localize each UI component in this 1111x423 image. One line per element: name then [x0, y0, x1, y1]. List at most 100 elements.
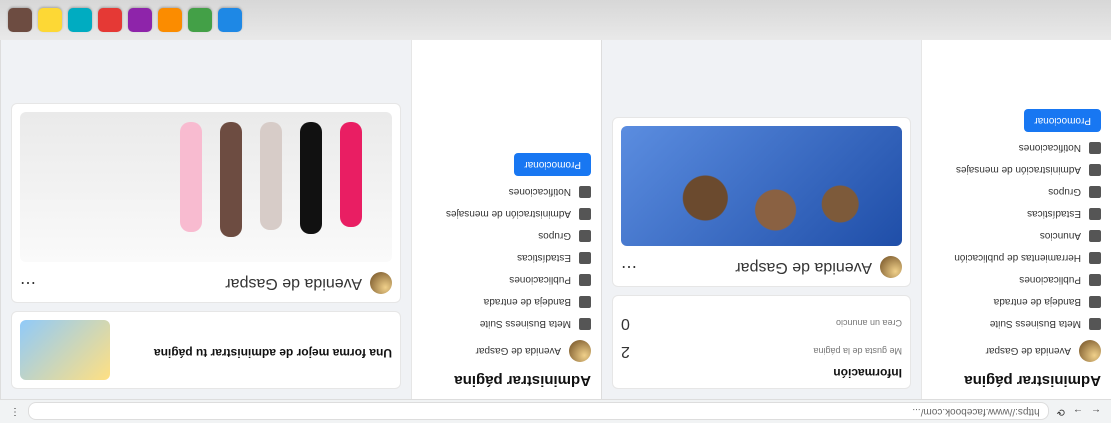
messages-icon: [1089, 164, 1101, 176]
person-figure: [300, 122, 322, 234]
taskbar-app-4[interactable]: [98, 8, 122, 32]
post-header-b: Avenida de Gaspar ⋯: [20, 272, 392, 294]
megaphone-icon: [1089, 230, 1101, 242]
sidebar-a-item-6[interactable]: Grupos: [932, 186, 1101, 198]
sidebar-b-item-1[interactable]: Bandeja de entrada: [422, 296, 591, 308]
info-card: Información Me gusta de la página 2 Crea…: [612, 295, 911, 389]
post-avatar-b: [370, 272, 392, 294]
promo-title: Una forma mejor de administrar tu página: [153, 346, 392, 360]
main-content-b: Una forma mejor de administrar tu página…: [1, 40, 411, 399]
address-text: https://www.facebook.com/...: [912, 406, 1040, 417]
promo-illustration: [20, 320, 110, 380]
stat-label-2: Crea un anuncio: [835, 318, 902, 328]
sidebar-a-label-1: Bandeja de entrada: [993, 296, 1081, 308]
tools-icon: [1089, 252, 1101, 264]
post-card-b: Avenida de Gaspar ⋯: [11, 103, 401, 303]
taskbar-app-3[interactable]: [128, 8, 152, 32]
sidebar-b-label-1: Bandeja de entrada: [483, 296, 571, 308]
sidebar-b-item-3[interactable]: Estadísticas: [422, 252, 591, 264]
sidebar-a-label-6: Grupos: [1048, 186, 1081, 198]
taskbar-app-2[interactable]: [158, 8, 182, 32]
taskbar-app-5[interactable]: [68, 8, 92, 32]
stat-value-2: 0: [621, 315, 630, 332]
sidebar-a-item-2[interactable]: Publicaciones: [932, 274, 1101, 286]
post-icon: [579, 274, 591, 286]
promote-wrap-b: Promocionar: [422, 153, 591, 176]
promo-card: Una forma mejor de administrar tu página: [11, 311, 401, 389]
taskbar-app-7[interactable]: [8, 8, 32, 32]
menu-icon[interactable]: ⋮: [10, 406, 20, 417]
sidebar-a-item-4[interactable]: Anuncios: [932, 230, 1101, 242]
person-figure: [260, 122, 282, 230]
os-taskbar: [0, 0, 1111, 40]
sidebar-b-item-4[interactable]: Grupos: [422, 230, 591, 242]
sidebar-a-label-7: Administración de mensajes: [955, 164, 1081, 176]
promo-text: Una forma mejor de administrar tu página: [120, 340, 392, 360]
more-icon-b[interactable]: ⋯: [20, 273, 36, 293]
messages-icon: [579, 208, 591, 220]
sidebar-a-label-2: Publicaciones: [1019, 274, 1081, 286]
taskbar-apps: [8, 8, 242, 32]
sidebar-a-label-4: Anuncios: [1039, 230, 1081, 242]
sidebar-b-label-2: Publicaciones: [509, 274, 571, 286]
sidebar-b-item-5[interactable]: Administración de mensajes: [422, 208, 591, 220]
grid-icon: [1089, 318, 1101, 330]
page-name-b: Avenida de Gaspar: [475, 345, 561, 357]
taskbar-app-1[interactable]: [188, 8, 212, 32]
page-avatar-b: [569, 340, 591, 362]
main-content: Información Me gusta de la página 2 Crea…: [602, 40, 921, 399]
sidebar-title-b: Administrar página: [454, 372, 591, 389]
sidebar-b-label-3: Estadísticas: [517, 252, 571, 264]
post-author: Avenida de Gaspar: [735, 259, 872, 276]
sidebar-a-item-1[interactable]: Bandeja de entrada: [932, 296, 1101, 308]
bell-icon: [579, 186, 591, 198]
more-icon[interactable]: ⋯: [621, 257, 637, 277]
sidebar-b-item-0[interactable]: Meta Business Suite: [422, 318, 591, 330]
sidebar-a-item-8[interactable]: Notificaciones: [932, 142, 1101, 154]
info-title: Información: [833, 366, 902, 380]
sidebar-title: Administrar página: [964, 372, 1101, 389]
person-figure: [340, 122, 362, 227]
screenshot-root: ← → ⟳ https://www.facebook.com/... ⋮ Adm…: [0, 0, 1111, 423]
inbox-icon: [579, 296, 591, 308]
forward-icon[interactable]: →: [1073, 406, 1083, 417]
bell-icon: [1089, 142, 1101, 154]
stat-row-1: Me gusta de la página 2: [621, 342, 902, 360]
sidebar-b-label-4: Grupos: [538, 230, 571, 242]
post-image-b: [20, 112, 392, 262]
left-sidebar-b: Administrar página Avenida de Gaspar Met…: [411, 40, 601, 399]
promote-button[interactable]: Promocionar: [1024, 109, 1101, 132]
sidebar-a-item-3[interactable]: Herramientas de publicación: [932, 252, 1101, 264]
stat-row-2: Crea un anuncio 0: [621, 314, 902, 332]
back-icon[interactable]: ←: [1091, 406, 1101, 417]
sidebar-a-item-7[interactable]: Administración de mensajes: [932, 164, 1101, 176]
sidebar-a-item-5[interactable]: Estadísticas: [932, 208, 1101, 220]
post-header: Avenida de Gaspar ⋯: [621, 256, 902, 278]
page-row-b[interactable]: Avenida de Gaspar: [422, 340, 591, 362]
stat-label-1: Me gusta de la página: [813, 346, 902, 356]
sidebar-a-item-0[interactable]: Meta Business Suite: [932, 318, 1101, 330]
sidebar-a-label-3: Herramientas de publicación: [954, 252, 1081, 264]
groups-icon: [1089, 186, 1101, 198]
sidebar-nav-b: Meta Business Suite Bandeja de entrada Pub…: [422, 186, 591, 330]
promote-button-b[interactable]: Promocionar: [514, 153, 591, 176]
post-icon: [1089, 274, 1101, 286]
left-sidebar: Administrar página Avenida de Gaspar Met…: [921, 40, 1111, 399]
page-avatar: [1079, 340, 1101, 362]
sidebar-b-label-6: Notificaciones: [508, 186, 571, 198]
sidebar-b-item-2[interactable]: Publicaciones: [422, 274, 591, 286]
sidebar-b-label-0: Meta Business Suite: [479, 318, 571, 330]
chart-icon: [1089, 208, 1101, 220]
person-figure: [220, 122, 242, 237]
taskbar-app-0[interactable]: [218, 8, 242, 32]
screen-left: Administrar página Avenida de Gaspar Met…: [601, 40, 1111, 399]
promote-wrap: Promocionar: [932, 109, 1101, 132]
post-image: [621, 126, 902, 246]
post-author-b: Avenida de Gaspar: [225, 275, 362, 292]
page-row[interactable]: Avenida de Gaspar: [932, 340, 1101, 362]
sidebar-a-label-0: Meta Business Suite: [989, 318, 1081, 330]
address-field[interactable]: https://www.facebook.com/...: [28, 402, 1049, 421]
refresh-icon[interactable]: ⟳: [1057, 406, 1065, 417]
sidebar-b-item-6[interactable]: Notificaciones: [422, 186, 591, 198]
taskbar-app-6[interactable]: [38, 8, 62, 32]
